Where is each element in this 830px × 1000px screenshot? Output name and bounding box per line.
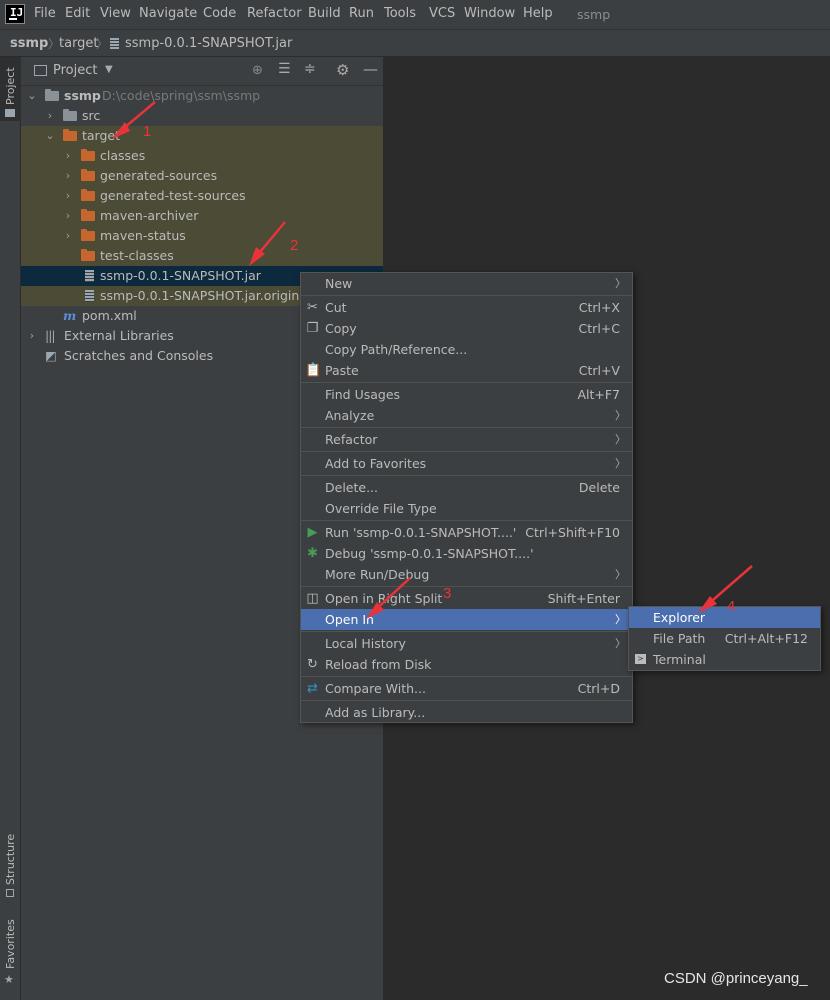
annotation-number: 1 [143,123,152,140]
annotation-number: 2 [290,237,299,254]
arrow-annotation-2 [249,221,286,266]
annotation-layer [112,101,753,619]
watermark: CSDN @princeyang_ [664,970,808,987]
annotation-number: 3 [443,585,452,602]
arrow-annotation-3 [366,577,411,619]
annotation-number: 4 [727,598,736,615]
arrow-annotation-4 [698,565,753,613]
